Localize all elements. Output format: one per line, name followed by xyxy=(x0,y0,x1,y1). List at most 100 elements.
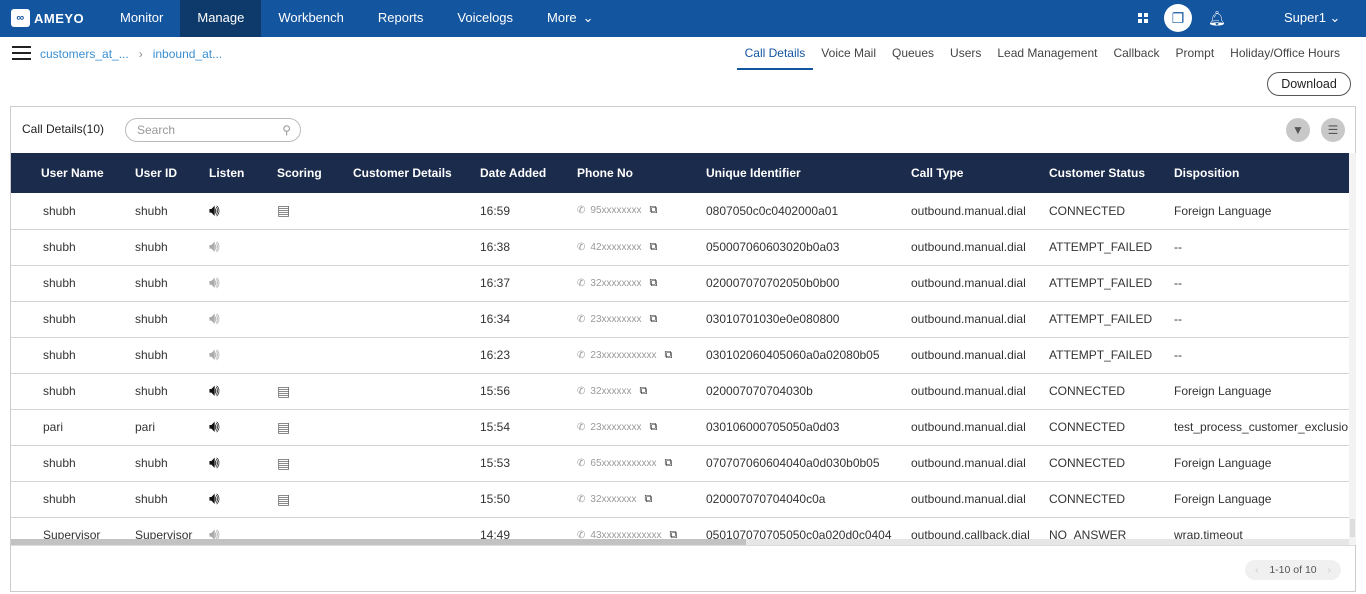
nav-monitor[interactable]: Monitor xyxy=(103,0,180,37)
scoring-edit-icon[interactable]: ▤ xyxy=(277,455,290,471)
ameyo-logo[interactable]: ∞ AMEYO xyxy=(11,9,84,27)
download-button[interactable]: Download xyxy=(1267,72,1351,96)
column-header[interactable]: Call Type xyxy=(911,153,1049,193)
table-row[interactable]: shubh shubh 🔊︎ 16:38 ✆ 42xxxxxxxx ⧉ 05000706060… xyxy=(11,229,1349,266)
cell-customer_details xyxy=(353,229,480,266)
breadcrumb-item[interactable]: customers_at_... xyxy=(40,47,129,61)
nav-more[interactable]: More ⌄ xyxy=(530,0,611,37)
cell-phone: ✆ 95xxxxxxxx ⧉ xyxy=(577,193,706,230)
tab-holiday-office-hours[interactable]: Holiday/Office Hours xyxy=(1222,37,1348,70)
copy-icon[interactable]: ⧉ xyxy=(650,277,658,289)
cell-status: NO_ANSWER xyxy=(1049,517,1174,539)
breadcrumb: customers_at_... › inbound_at... xyxy=(40,47,222,61)
table-row[interactable]: shubh shubh 🔊︎ 16:37 ✆ 32xxxxxxxx ⧉ 02000707070… xyxy=(11,265,1349,302)
tab-prompt[interactable]: Prompt xyxy=(1167,37,1222,70)
table-row[interactable]: Supervisor Supervisor 🔊︎ 14:49 ✆ 43xxxxxxxxxx… xyxy=(11,517,1349,539)
tab-queues[interactable]: Queues xyxy=(884,37,942,70)
cell-date_added: 15:50 xyxy=(480,481,577,518)
cell-scoring: ▤ xyxy=(277,373,353,410)
tab-users[interactable]: Users xyxy=(942,37,989,70)
column-header[interactable]: User Name xyxy=(11,153,135,193)
tab-callback[interactable]: Callback xyxy=(1105,37,1167,70)
search-placeholder: Search xyxy=(137,123,176,137)
speaker-icon[interactable]: 🔊︎ xyxy=(209,381,220,400)
column-header[interactable]: User ID xyxy=(135,153,209,193)
table-row[interactable]: shubh shubh 🔊︎ ▤ 15:56 ✆ 32xxxxxx ⧉ 020007070704… xyxy=(11,373,1349,410)
copy-icon[interactable]: ⧉ xyxy=(650,421,658,433)
table-row[interactable]: shubh shubh 🔊︎ ▤ 16:59 ✆ 95xxxxxxxx ⧉ 0807050c0c… xyxy=(11,193,1349,230)
column-header[interactable]: Customer Details xyxy=(353,153,480,193)
chat-icon[interactable]: ❐ xyxy=(1164,4,1192,32)
column-header[interactable]: Listen xyxy=(209,153,277,193)
apps-grid-icon[interactable] xyxy=(1138,13,1148,23)
copy-icon[interactable]: ⧉ xyxy=(640,385,648,397)
nav-manage[interactable]: Manage xyxy=(180,0,262,37)
cell-listen: 🔊︎ xyxy=(209,445,277,482)
cell-user_id: shubh xyxy=(135,301,209,338)
column-header[interactable]: Customer Status xyxy=(1049,153,1174,193)
copy-icon[interactable]: ⧉ xyxy=(650,313,658,325)
tab-lead-management[interactable]: Lead Management xyxy=(989,37,1105,70)
copy-icon[interactable]: ⧉ xyxy=(665,349,673,361)
column-header[interactable]: Date Added xyxy=(480,153,577,193)
prev-page-icon[interactable]: ‹ xyxy=(1255,560,1259,580)
speaker-icon[interactable]: 🔊︎ xyxy=(209,417,220,436)
top-navbar: ∞ AMEYO Monitor Manage Workbench Reports Voic… xyxy=(0,0,1366,37)
table-row[interactable]: shubh shubh 🔊︎ 16:34 ✆ 23xxxxxxxx ⧉ 03010701030… xyxy=(11,301,1349,338)
scoring-edit-icon[interactable]: ▤ xyxy=(277,202,290,218)
phone-icon: ✆ xyxy=(577,205,586,217)
cell-user_id: Supervisor xyxy=(135,517,209,539)
nav-voicelogs[interactable]: Voicelogs xyxy=(440,0,530,37)
cell-call_type: outbound.manual.dial xyxy=(911,445,1049,482)
nav-reports[interactable]: Reports xyxy=(361,0,441,37)
cell-uid: 020007070704030b xyxy=(706,373,911,410)
column-header[interactable]: Phone No xyxy=(577,153,706,193)
column-header[interactable]: Unique Identifier xyxy=(706,153,911,193)
table-row[interactable]: shubh shubh 🔊︎ ▤ 15:53 ✆ 65xxxxxxxxxxx ⧉ 0707070… xyxy=(11,445,1349,482)
cell-user_id: shubh xyxy=(135,337,209,374)
tab-voice-mail[interactable]: Voice Mail xyxy=(813,37,884,70)
scoring-edit-icon[interactable]: ▤ xyxy=(277,491,290,507)
chevron-down-icon: ⌄ xyxy=(582,10,594,25)
filter-icon[interactable]: ▼ xyxy=(1286,118,1310,142)
copy-icon[interactable]: ⧉ xyxy=(650,241,658,253)
speaker-icon[interactable]: 🔊︎ xyxy=(209,453,220,472)
search-icon: ⚲ xyxy=(282,123,291,137)
speaker-icon[interactable]: 🔊︎ xyxy=(209,201,220,220)
copy-icon[interactable]: ⧉ xyxy=(665,457,673,469)
column-list-icon[interactable]: ☰ xyxy=(1321,118,1345,142)
column-header[interactable]: Disposition xyxy=(1174,153,1349,193)
nav-workbench[interactable]: Workbench xyxy=(261,0,361,37)
speaker-icon: 🔊︎ xyxy=(209,273,220,292)
vertical-scrollbar[interactable] xyxy=(1349,153,1356,545)
cell-customer_details xyxy=(353,373,480,410)
breadcrumb-item[interactable]: inbound_at... xyxy=(153,47,222,61)
next-page-icon[interactable]: › xyxy=(1328,560,1332,580)
cell-date_added: 15:54 xyxy=(480,409,577,446)
cell-status: CONNECTED xyxy=(1049,373,1174,410)
bell-icon[interactable]: 🔔︎ xyxy=(1208,10,1226,27)
table-row[interactable]: shubh shubh 🔊︎ 16:23 ✆ 23xxxxxxxxxxx ⧉ 03010206… xyxy=(11,337,1349,374)
column-header[interactable]: Scoring xyxy=(277,153,353,193)
copy-icon[interactable]: ⧉ xyxy=(645,493,653,505)
cell-user_name: shubh xyxy=(11,445,135,482)
speaker-icon[interactable]: 🔊︎ xyxy=(209,489,220,508)
cell-user_name: shubh xyxy=(11,229,135,266)
tab-call-details[interactable]: Call Details xyxy=(736,37,814,70)
table-row[interactable]: shubh shubh 🔊︎ ▤ 15:50 ✆ 32xxxxxxx ⧉ 02000707070… xyxy=(11,481,1349,518)
scoring-edit-icon[interactable]: ▤ xyxy=(277,383,290,399)
hamburger-menu-icon[interactable] xyxy=(12,46,31,60)
copy-icon[interactable]: ⧉ xyxy=(670,529,678,540)
phone-icon: ✆ xyxy=(577,385,586,397)
sub-header: customers_at_... › inbound_at... Call De… xyxy=(0,37,1366,71)
table-row[interactable]: pari pari 🔊︎ ▤ 15:54 ✆ 23xxxxxxxx ⧉ 030106000705… xyxy=(11,409,1349,446)
cell-customer_details xyxy=(353,337,480,374)
user-menu[interactable]: Super1 ⌄ xyxy=(1284,10,1340,26)
cell-disposition: -- xyxy=(1174,337,1349,374)
cell-user_name: shubh xyxy=(11,373,135,410)
cell-scoring xyxy=(277,337,353,374)
scoring-edit-icon[interactable]: ▤ xyxy=(277,419,290,435)
search-input[interactable]: Search ⚲ xyxy=(125,118,301,142)
copy-icon[interactable]: ⧉ xyxy=(650,204,658,216)
cell-scoring: ▤ xyxy=(277,481,353,518)
